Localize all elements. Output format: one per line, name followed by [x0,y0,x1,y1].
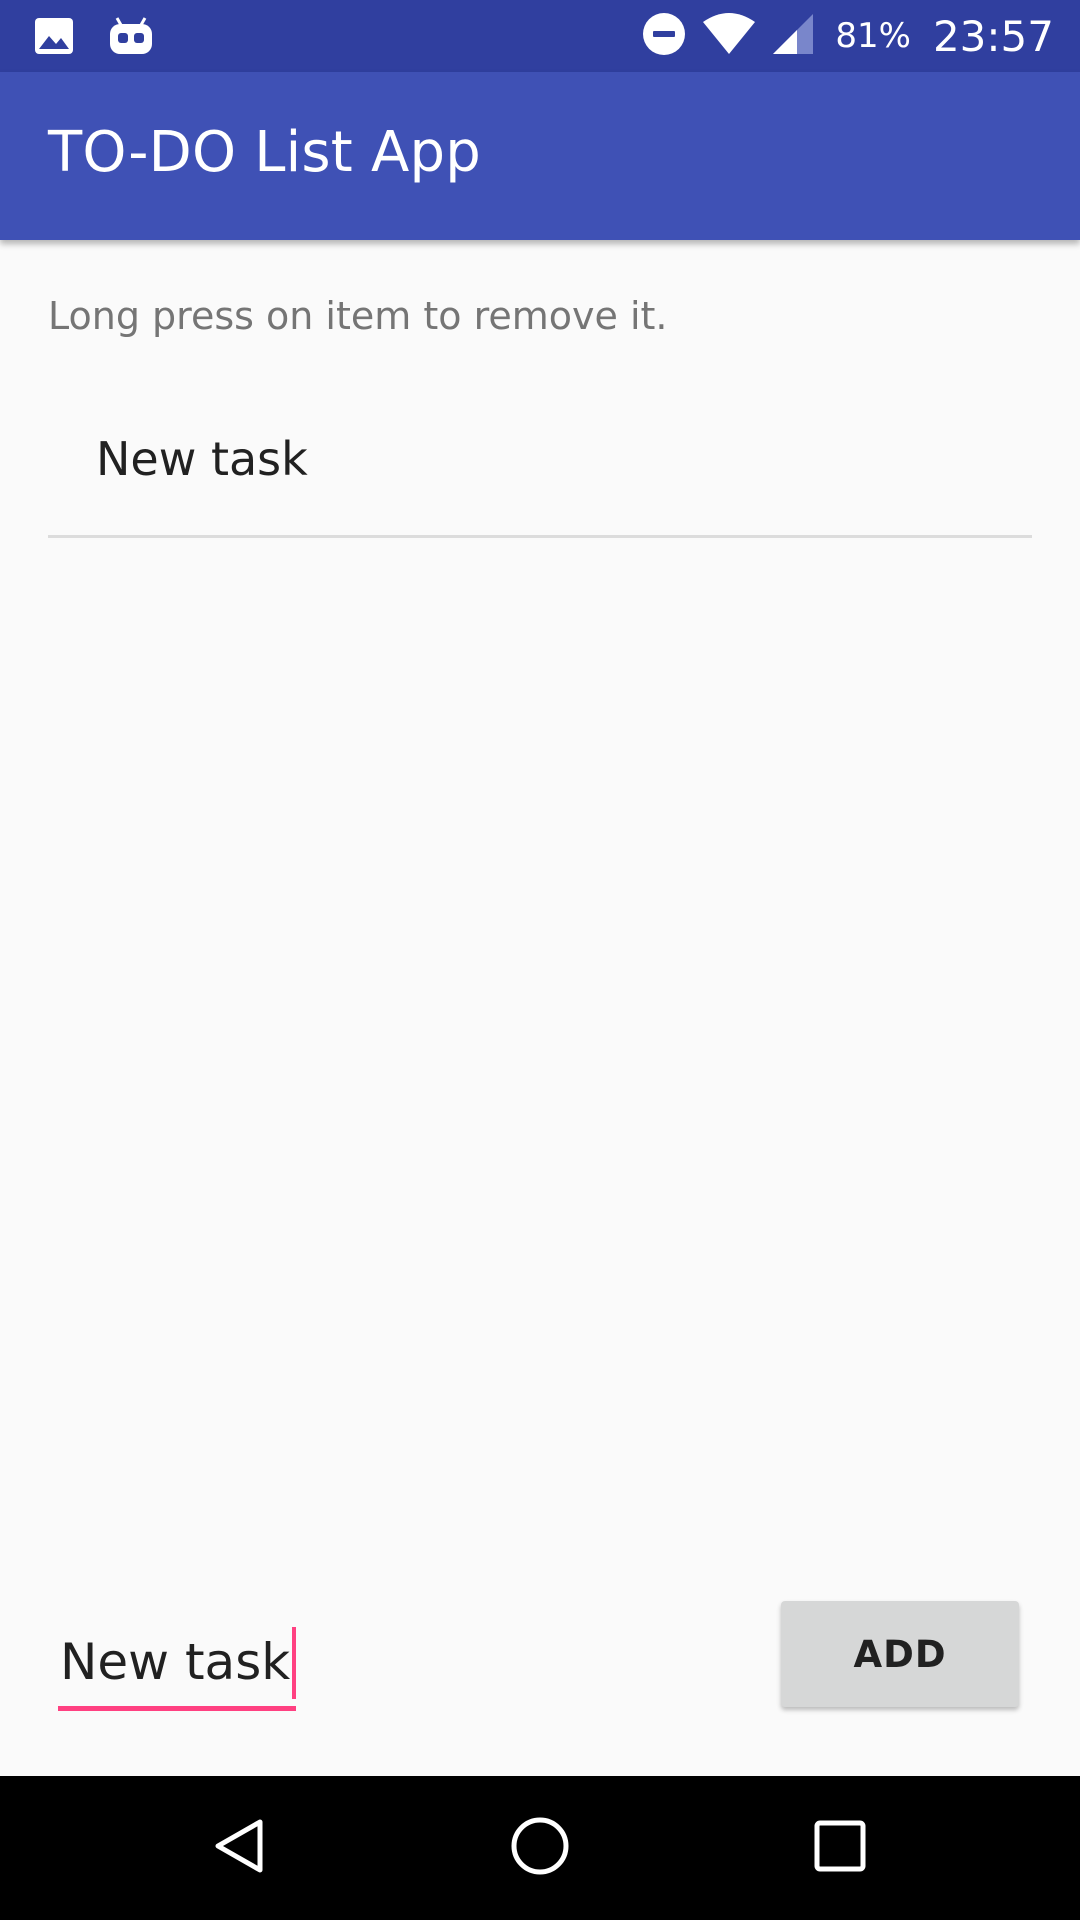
recents-button[interactable] [760,1776,920,1920]
list-item[interactable]: New task [48,405,1032,538]
screen: 81% 23:57 TO-DO List App Long press on i… [0,0,1080,1920]
app-bar: TO-DO List App [0,72,1080,240]
home-icon [509,1815,571,1881]
wifi-icon [701,12,757,60]
task-input-value: New task [60,1633,291,1691]
recents-icon [813,1819,867,1877]
android-debug-icon [108,16,154,60]
text-cursor [292,1626,297,1699]
home-button[interactable] [460,1776,620,1920]
status-notifications [34,16,154,60]
back-button[interactable] [160,1776,320,1920]
task-input[interactable]: New task [58,1618,297,1711]
do-not-disturb-icon [641,11,687,61]
app-title: TO-DO List App [48,120,481,185]
task-label: New task [96,432,308,486]
back-icon [210,1816,270,1880]
task-input-text: New task [60,1618,297,1706]
cell-signal-icon [771,12,815,60]
add-button[interactable]: ADD [781,1601,1019,1707]
task-list: New task [48,405,1032,538]
status-bar: 81% 23:57 [0,0,1080,72]
battery-level: 81% [835,16,911,56]
hint-text: Long press on item to remove it. [48,294,668,338]
gallery-notification-icon [34,16,74,60]
navigation-bar [0,1776,1080,1920]
status-system: 81% 23:57 [641,8,1054,64]
clock: 23:57 [932,11,1054,61]
